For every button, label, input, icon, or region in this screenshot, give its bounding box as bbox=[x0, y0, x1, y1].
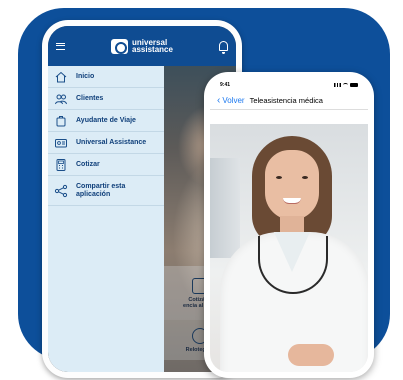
back-label: Volver bbox=[222, 96, 245, 105]
nav-bar: ‹ Volver Teleasistencia médica bbox=[210, 92, 368, 110]
status-time: 9:41 bbox=[220, 82, 231, 88]
home-icon bbox=[54, 70, 68, 84]
battery-icon bbox=[350, 83, 358, 87]
luggage-icon bbox=[54, 114, 68, 128]
phone-video-mockup: 9:41 ‹ Volver Teleasistencia médica bbox=[204, 72, 374, 378]
menu-label: Cotizar bbox=[76, 160, 100, 168]
logo-mark-icon bbox=[111, 38, 129, 54]
menu-item-compartir[interactable]: Compartir esta aplicación bbox=[48, 176, 164, 206]
brand-logo: universal assistance bbox=[111, 38, 173, 54]
doctor-video-feed bbox=[210, 124, 368, 372]
back-button[interactable]: ‹ Volver bbox=[217, 94, 245, 106]
menu-label: Ayudante de Viaje bbox=[76, 116, 136, 124]
menu-item-ayudante-viaje[interactable]: Ayudante de Viaje bbox=[48, 110, 164, 132]
brand-name-line2: assistance bbox=[132, 45, 173, 54]
side-menu: Inicio Clientes Ayudante de Viaje Univer… bbox=[48, 66, 164, 372]
page-title: Teleasistencia médica bbox=[249, 96, 323, 105]
menu-item-inicio[interactable]: Inicio bbox=[48, 66, 164, 88]
menu-label: Compartir esta aplicación bbox=[76, 182, 126, 198]
wifi-icon bbox=[343, 83, 348, 87]
menu-item-cotizar[interactable]: Cotizar bbox=[48, 154, 164, 176]
status-bar: 9:41 bbox=[210, 78, 368, 92]
hamburger-menu-icon[interactable] bbox=[56, 42, 65, 50]
id-card-icon bbox=[54, 136, 68, 150]
menu-item-universal-assistance[interactable]: Universal Assistance bbox=[48, 132, 164, 154]
chevron-left-icon: ‹ bbox=[217, 94, 221, 106]
bell-icon[interactable] bbox=[218, 41, 228, 54]
phone-video-screen: 9:41 ‹ Volver Teleasistencia médica bbox=[210, 78, 368, 372]
users-icon bbox=[54, 92, 68, 106]
app-header: universal assistance bbox=[48, 26, 236, 66]
menu-label: Clientes bbox=[76, 94, 104, 102]
menu-label: Universal Assistance bbox=[76, 138, 147, 146]
menu-item-clientes[interactable]: Clientes bbox=[48, 88, 164, 110]
menu-label: Inicio bbox=[76, 72, 95, 80]
share-icon bbox=[54, 184, 68, 198]
calculator-icon bbox=[54, 158, 68, 172]
signal-icon bbox=[334, 83, 341, 87]
